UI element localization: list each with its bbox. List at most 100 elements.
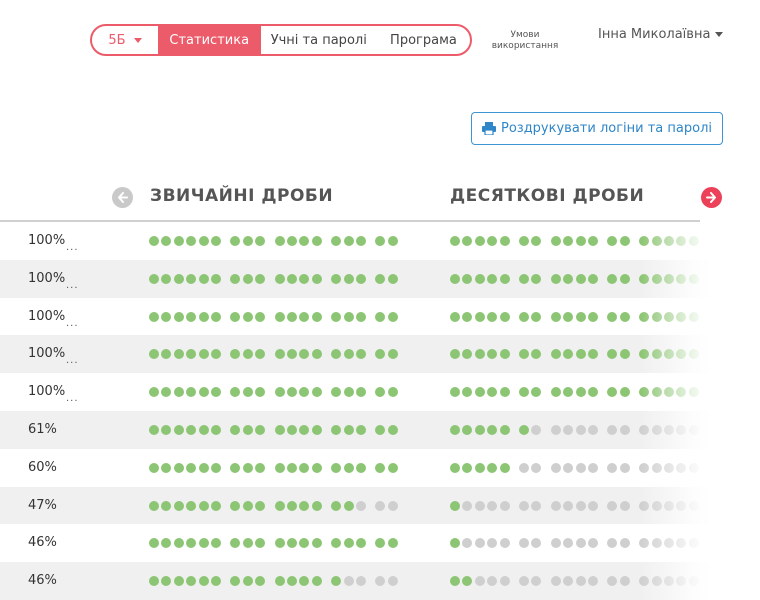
progress-dot-done[interactable] — [274, 349, 285, 360]
progress-dot-todo[interactable] — [531, 538, 542, 549]
progress-dot-done[interactable] — [356, 387, 366, 398]
progress-dot-done[interactable] — [462, 273, 473, 284]
progress-dot-done[interactable] — [450, 500, 460, 511]
progress-dot-done[interactable] — [550, 311, 561, 322]
progress-dot-done[interactable] — [242, 538, 253, 549]
progress-dot-done[interactable] — [688, 236, 699, 246]
progress-dot-todo[interactable] — [487, 500, 498, 511]
progress-dot-done[interactable] — [211, 538, 221, 549]
progress-dot-done[interactable] — [311, 349, 322, 360]
progress-dot-todo[interactable] — [575, 424, 586, 435]
progress-dot-todo[interactable] — [375, 500, 386, 511]
progress-dot-done[interactable] — [211, 273, 221, 284]
progress-dot-done[interactable] — [676, 273, 687, 284]
progress-dot-done[interactable] — [450, 424, 460, 435]
progress-dot-done[interactable] — [462, 462, 473, 473]
progress-dot-todo[interactable] — [688, 424, 699, 435]
progress-dot-done[interactable] — [356, 236, 366, 246]
progress-dot-done[interactable] — [343, 462, 354, 473]
progress-dot-done[interactable] — [331, 311, 342, 322]
progress-dot-done[interactable] — [287, 424, 297, 435]
progress-dot-todo[interactable] — [563, 500, 574, 511]
progress-dot-todo[interactable] — [519, 576, 529, 587]
progress-dot-todo[interactable] — [588, 500, 598, 511]
progress-dot-done[interactable] — [607, 311, 618, 322]
progress-dot-done[interactable] — [287, 349, 297, 360]
progress-dot-done[interactable] — [651, 236, 662, 246]
progress-dot-done[interactable] — [242, 424, 253, 435]
progress-dot-done[interactable] — [664, 236, 674, 246]
progress-dot-done[interactable] — [173, 311, 184, 322]
progress-dot-todo[interactable] — [531, 462, 542, 473]
progress-dot-done[interactable] — [331, 236, 342, 246]
progress-dot-done[interactable] — [274, 236, 285, 246]
progress-dot-done[interactable] — [575, 349, 586, 360]
progress-dot-done[interactable] — [343, 424, 354, 435]
progress-dot-done[interactable] — [331, 349, 342, 360]
progress-dot-done[interactable] — [299, 462, 310, 473]
progress-dot-done[interactable] — [356, 462, 366, 473]
progress-dot-done[interactable] — [487, 311, 498, 322]
progress-dot-done[interactable] — [255, 311, 266, 322]
progress-dot-done[interactable] — [211, 311, 221, 322]
progress-dot-done[interactable] — [198, 387, 209, 398]
progress-dot-done[interactable] — [450, 387, 460, 398]
progress-dot-done[interactable] — [287, 387, 297, 398]
progress-dot-done[interactable] — [311, 424, 322, 435]
progress-dot-done[interactable] — [563, 236, 574, 246]
progress-dot-done[interactable] — [311, 387, 322, 398]
progress-dot-done[interactable] — [550, 349, 561, 360]
progress-dot-done[interactable] — [242, 349, 253, 360]
tab-students-passwords[interactable]: Учні та паролі — [261, 26, 377, 54]
progress-dot-todo[interactable] — [651, 538, 662, 549]
progress-dot-done[interactable] — [387, 462, 398, 473]
progress-dot-todo[interactable] — [499, 538, 510, 549]
progress-dot-todo[interactable] — [462, 500, 473, 511]
progress-dot-done[interactable] — [487, 273, 498, 284]
progress-dot-done[interactable] — [311, 576, 322, 587]
progress-dot-todo[interactable] — [619, 462, 630, 473]
progress-dot-done[interactable] — [186, 273, 197, 284]
progress-dot-done[interactable] — [531, 311, 542, 322]
progress-dot-done[interactable] — [255, 576, 266, 587]
more-ellipsis[interactable]: ... — [66, 242, 79, 253]
progress-dot-done[interactable] — [588, 387, 598, 398]
progress-dot-todo[interactable] — [487, 538, 498, 549]
progress-dot-done[interactable] — [299, 538, 310, 549]
progress-dot-done[interactable] — [607, 349, 618, 360]
progress-dot-done[interactable] — [462, 387, 473, 398]
progress-dot-todo[interactable] — [676, 462, 687, 473]
progress-dot-done[interactable] — [343, 387, 354, 398]
progress-dot-done[interactable] — [149, 500, 159, 511]
progress-dot-done[interactable] — [343, 273, 354, 284]
progress-dot-done[interactable] — [211, 500, 221, 511]
progress-dot-done[interactable] — [588, 311, 598, 322]
progress-dot-done[interactable] — [255, 236, 266, 246]
progress-dot-todo[interactable] — [519, 462, 529, 473]
progress-dot-done[interactable] — [230, 576, 241, 587]
progress-dot-todo[interactable] — [531, 424, 542, 435]
progress-dot-done[interactable] — [331, 462, 342, 473]
progress-dot-done[interactable] — [331, 273, 342, 284]
progress-dot-todo[interactable] — [474, 500, 485, 511]
class-select[interactable]: 5Б — [92, 26, 158, 54]
progress-dot-done[interactable] — [230, 500, 241, 511]
progress-dot-todo[interactable] — [639, 462, 650, 473]
progress-dot-done[interactable] — [651, 273, 662, 284]
progress-dot-todo[interactable] — [588, 538, 598, 549]
progress-dot-done[interactable] — [664, 349, 674, 360]
progress-dot-done[interactable] — [519, 424, 529, 435]
progress-dot-done[interactable] — [198, 462, 209, 473]
progress-dot-todo[interactable] — [550, 424, 561, 435]
progress-dot-done[interactable] — [474, 387, 485, 398]
progress-dot-done[interactable] — [550, 273, 561, 284]
progress-dot-done[interactable] — [375, 387, 386, 398]
progress-dot-todo[interactable] — [575, 576, 586, 587]
progress-dot-done[interactable] — [462, 424, 473, 435]
progress-dot-done[interactable] — [242, 311, 253, 322]
progress-dot-done[interactable] — [639, 236, 650, 246]
progress-dot-done[interactable] — [211, 462, 221, 473]
progress-dot-todo[interactable] — [607, 538, 618, 549]
progress-dot-done[interactable] — [387, 424, 398, 435]
terms-of-use-link[interactable]: Умови використання — [490, 30, 560, 52]
